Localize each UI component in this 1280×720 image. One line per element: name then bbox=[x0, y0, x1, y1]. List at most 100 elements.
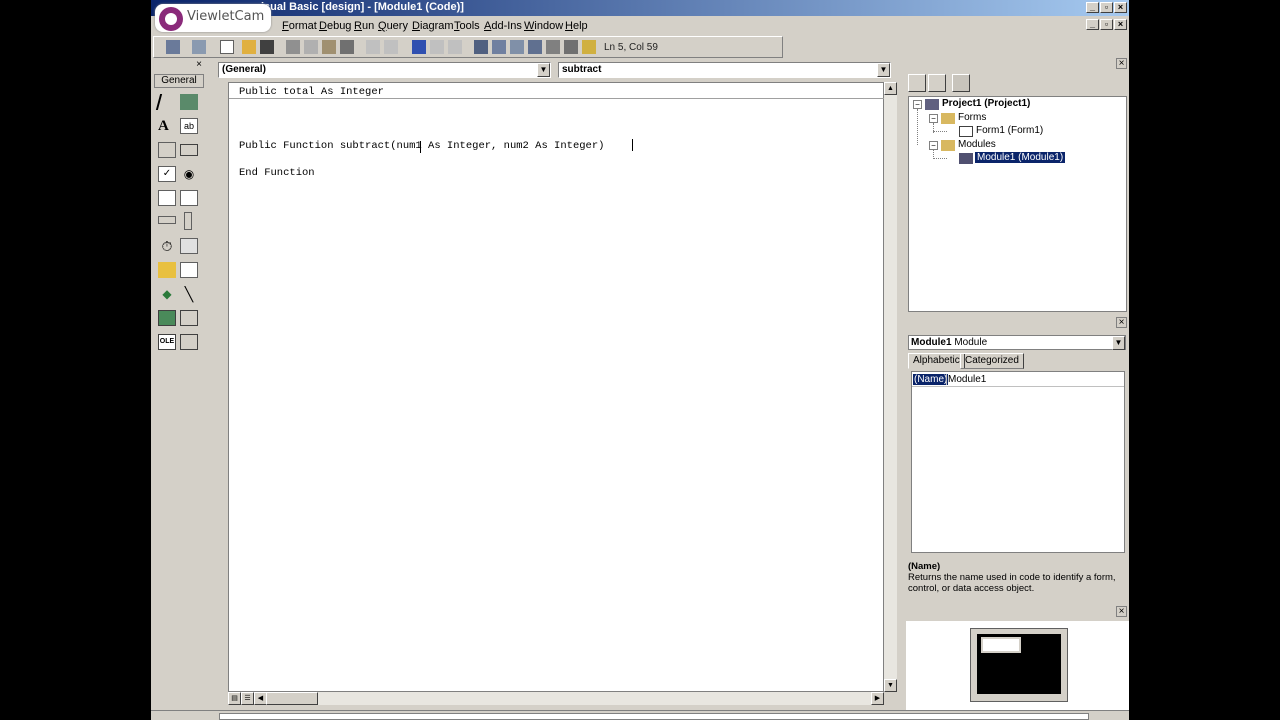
view-object-icon[interactable] bbox=[928, 74, 946, 92]
vertical-scrollbar[interactable]: ▲ ▼ bbox=[884, 82, 897, 692]
horizontal-scrollbar[interactable]: ▤ ☰ ◀ ▶ bbox=[228, 692, 884, 705]
object-combobox[interactable]: (General) ▼ bbox=[218, 62, 551, 78]
tree-item-module1[interactable]: Module1 (Module1) bbox=[975, 152, 1066, 163]
standard-toolbar: Ln 5, Col 59 bbox=[153, 36, 783, 58]
close-icon[interactable]: × bbox=[1116, 317, 1127, 328]
cut-icon[interactable] bbox=[286, 40, 300, 54]
code-editor[interactable]: Public total As Integer Public Function … bbox=[228, 82, 885, 692]
chevron-down-icon[interactable]: ▼ bbox=[877, 63, 890, 77]
cursor-position: Ln 5, Col 59 bbox=[604, 42, 658, 53]
menu-window[interactable]: Window bbox=[524, 20, 563, 32]
checkbox-icon[interactable]: ✓ bbox=[158, 166, 176, 182]
dirlistbox-icon[interactable] bbox=[158, 262, 176, 278]
text-caret bbox=[632, 139, 633, 151]
filelistbox-icon[interactable] bbox=[180, 262, 198, 278]
redo-icon[interactable] bbox=[384, 40, 398, 54]
tree-item-form1[interactable]: Form1 (Form1) bbox=[976, 125, 1043, 136]
ole-icon[interactable]: OLE bbox=[158, 334, 176, 350]
combobox-icon[interactable] bbox=[158, 190, 176, 206]
object-selector[interactable]: Module1 Module ▼ bbox=[908, 335, 1126, 350]
paste-icon[interactable] bbox=[322, 40, 336, 54]
form-layout-icon[interactable] bbox=[510, 40, 524, 54]
break-icon[interactable] bbox=[430, 40, 444, 54]
data-icon[interactable] bbox=[180, 310, 198, 326]
menu-editor-icon[interactable] bbox=[220, 40, 234, 54]
watermark-text: ViewletCam bbox=[187, 9, 265, 24]
collapse-icon[interactable]: − bbox=[913, 100, 922, 109]
toolbox-close-icon[interactable]: × bbox=[196, 59, 202, 70]
hscrollbar-icon[interactable] bbox=[158, 216, 176, 224]
chevron-down-icon[interactable]: ▼ bbox=[1112, 336, 1125, 350]
frame-icon[interactable] bbox=[158, 142, 176, 158]
property-value[interactable]: Module1 bbox=[946, 374, 986, 385]
start-icon[interactable] bbox=[412, 40, 426, 54]
full-module-view-icon[interactable]: ☰ bbox=[241, 692, 254, 705]
procedure-view-icon[interactable]: ▤ bbox=[228, 692, 241, 705]
property-row[interactable]: (Name) Module1 bbox=[912, 374, 1124, 387]
tree-item-modules[interactable]: Modules bbox=[958, 139, 996, 150]
textbox-icon[interactable]: ab bbox=[180, 118, 198, 134]
scroll-thumb[interactable] bbox=[266, 692, 318, 705]
close-icon[interactable]: × bbox=[1116, 58, 1127, 69]
listbox-icon[interactable] bbox=[180, 190, 198, 206]
commandbutton-icon[interactable] bbox=[180, 144, 198, 156]
child-minimize-button[interactable]: _ bbox=[1086, 19, 1099, 30]
line-icon[interactable]: ╲ bbox=[180, 286, 198, 302]
undo-icon[interactable] bbox=[366, 40, 380, 54]
drivelistbox-icon[interactable] bbox=[180, 238, 198, 254]
data-view-icon[interactable] bbox=[564, 40, 578, 54]
menu-debug[interactable]: Debug bbox=[319, 20, 351, 32]
timer-icon[interactable]: ⏱ bbox=[158, 238, 176, 254]
menu-format[interactable]: Format bbox=[282, 20, 317, 32]
code-window: (General) ▼ subtract ▼ Public total As I… bbox=[213, 58, 897, 708]
scroll-up-icon[interactable]: ▲ bbox=[884, 82, 897, 95]
close-icon[interactable]: × bbox=[1116, 606, 1127, 617]
procedure-combobox[interactable]: subtract ▼ bbox=[558, 62, 891, 78]
toolbox-icon[interactable] bbox=[546, 40, 560, 54]
grid-icon[interactable] bbox=[180, 334, 198, 350]
shape-icon[interactable]: ◆ bbox=[158, 286, 176, 302]
minimize-button[interactable]: _ bbox=[1086, 2, 1099, 13]
chevron-down-icon[interactable]: ▼ bbox=[537, 63, 550, 77]
end-icon[interactable] bbox=[448, 40, 462, 54]
optionbutton-icon[interactable]: ◉ bbox=[180, 166, 198, 182]
tab-alphabetic[interactable]: Alphabetic bbox=[908, 353, 965, 369]
toggle-folders-icon[interactable] bbox=[952, 74, 970, 92]
menu-diagram[interactable]: Diagram bbox=[412, 20, 454, 32]
copy-icon[interactable] bbox=[304, 40, 318, 54]
menu-addins[interactable]: Add-Ins bbox=[484, 20, 522, 32]
collapse-icon[interactable]: − bbox=[929, 114, 938, 123]
object-browser-icon[interactable] bbox=[528, 40, 542, 54]
label-icon[interactable]: A bbox=[158, 118, 176, 134]
vscrollbar-icon[interactable] bbox=[184, 212, 192, 230]
restore-button[interactable]: ▫ bbox=[1100, 2, 1113, 13]
save-project-icon[interactable] bbox=[260, 40, 274, 54]
tree-item-project[interactable]: Project1 (Project1) bbox=[942, 98, 1030, 109]
view-code-icon[interactable] bbox=[908, 74, 926, 92]
project-explorer-icon[interactable] bbox=[474, 40, 488, 54]
find-icon[interactable] bbox=[340, 40, 354, 54]
child-restore-button[interactable]: ▫ bbox=[1100, 19, 1113, 30]
tab-categorized[interactable]: Categorized bbox=[960, 353, 1024, 369]
pointer-icon[interactable] bbox=[155, 94, 169, 110]
child-close-button[interactable]: × bbox=[1114, 19, 1127, 30]
collapse-icon[interactable]: − bbox=[929, 141, 938, 150]
visual-component-manager-icon[interactable] bbox=[582, 40, 596, 54]
form-icon bbox=[959, 126, 973, 137]
scroll-right-icon[interactable]: ▶ bbox=[871, 692, 884, 705]
tree-item-forms[interactable]: Forms bbox=[958, 112, 986, 123]
menu-tools[interactable]: Tools bbox=[454, 20, 480, 32]
open-project-icon[interactable] bbox=[242, 40, 256, 54]
add-form-icon[interactable] bbox=[192, 40, 206, 54]
menu-help[interactable]: Help bbox=[565, 20, 588, 32]
picturebox-icon[interactable] bbox=[180, 94, 198, 110]
properties-window-icon[interactable] bbox=[492, 40, 506, 54]
add-project-icon[interactable] bbox=[166, 40, 180, 54]
menu-query[interactable]: Query bbox=[378, 20, 408, 32]
image-icon[interactable] bbox=[158, 310, 176, 326]
close-button[interactable]: × bbox=[1114, 2, 1127, 13]
form-position-preview[interactable] bbox=[981, 637, 1021, 653]
toolbox-tab-general[interactable]: General bbox=[154, 74, 204, 88]
menu-run[interactable]: Run bbox=[354, 20, 374, 32]
scroll-down-icon[interactable]: ▼ bbox=[884, 679, 897, 692]
